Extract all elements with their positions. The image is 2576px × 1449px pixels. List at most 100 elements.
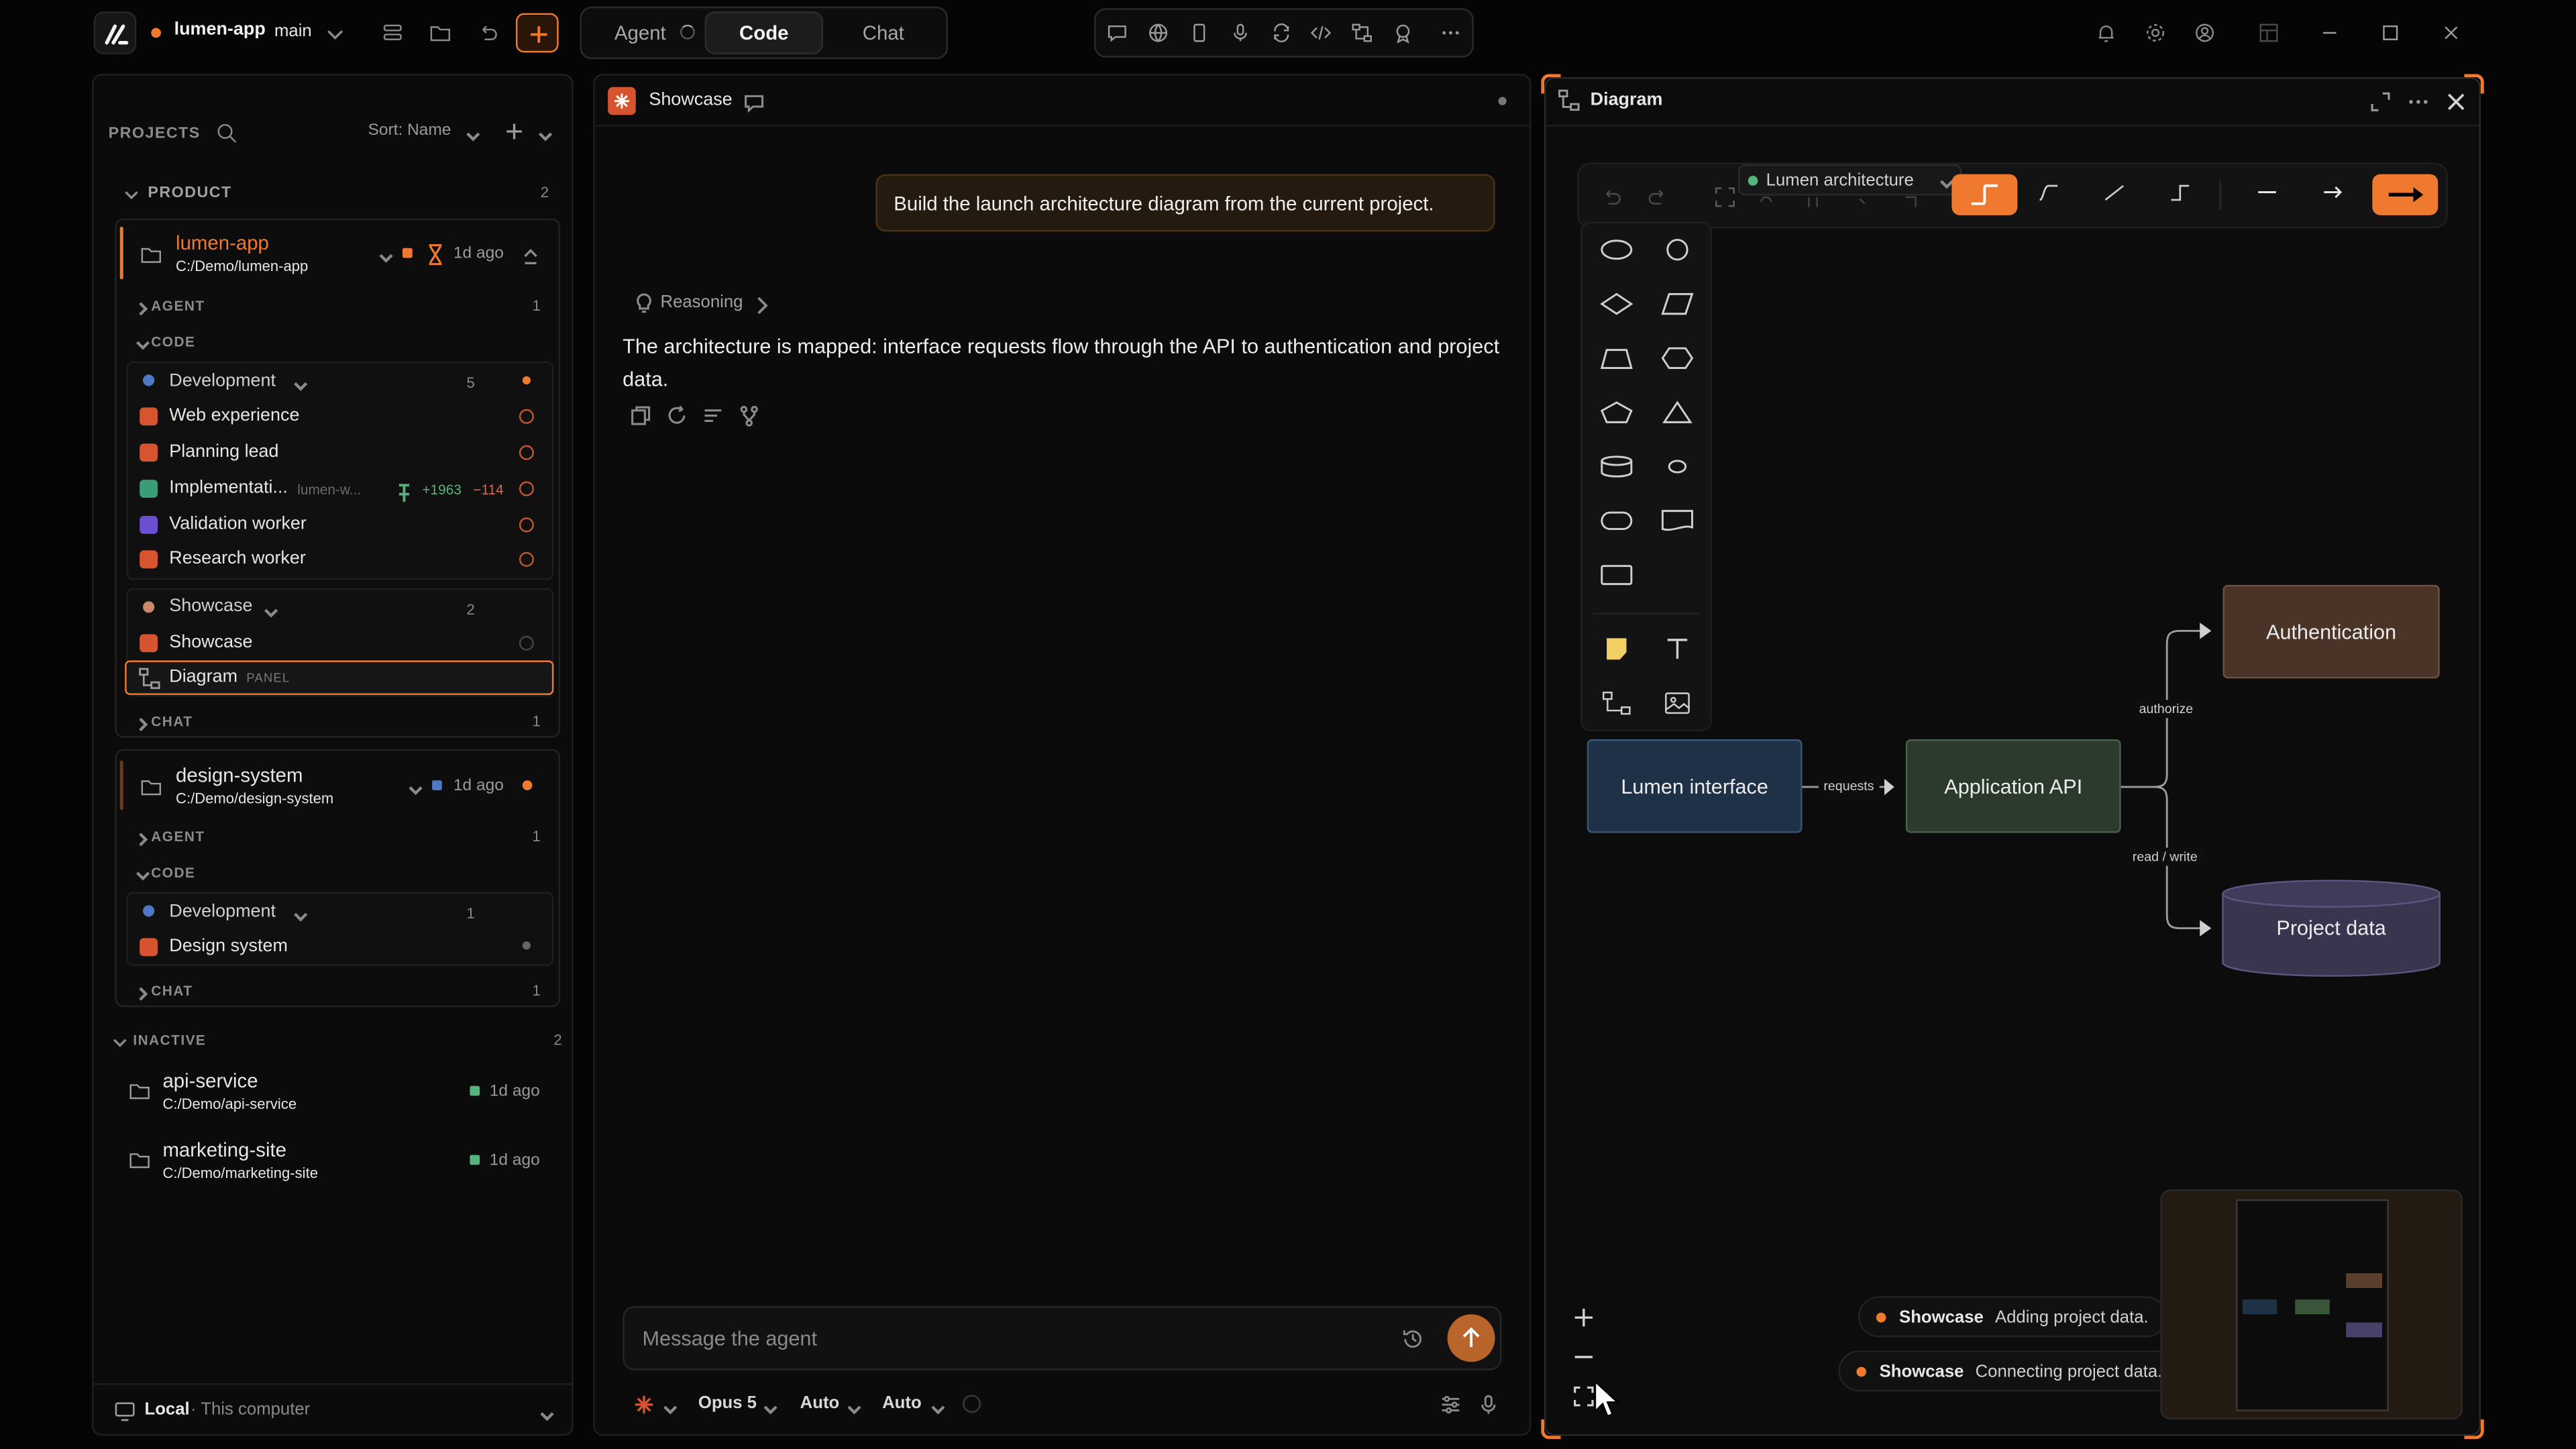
inactive-label[interactable]: INACTIVE bbox=[133, 1032, 206, 1048]
dev-label[interactable]: Development bbox=[169, 902, 276, 922]
effort-select[interactable]: Auto bbox=[800, 1393, 840, 1413]
connector-curve-icon[interactable] bbox=[2037, 180, 2067, 210]
add-project-icon[interactable] bbox=[502, 120, 522, 140]
trapezoid-shape-icon[interactable] bbox=[1599, 345, 1635, 371]
connector-straight-icon[interactable] bbox=[2103, 180, 2133, 210]
sync-icon[interactable] bbox=[1270, 21, 1293, 44]
minimap[interactable] bbox=[2160, 1189, 2463, 1419]
dev-label[interactable]: Development bbox=[169, 371, 276, 390]
item-design-system[interactable]: Design system bbox=[169, 936, 288, 956]
flow-icon[interactable] bbox=[1350, 21, 1373, 44]
expand-icon[interactable] bbox=[2369, 91, 2390, 111]
settings-gear-icon[interactable] bbox=[2144, 21, 2167, 44]
node-lumen-interface[interactable]: Lumen interface bbox=[1587, 739, 1803, 833]
zoom-out-icon[interactable] bbox=[1572, 1346, 1594, 1367]
chat-chevron-icon[interactable] bbox=[131, 983, 148, 1001]
ellipse-shape-icon[interactable] bbox=[1599, 237, 1635, 263]
chevron-down-icon[interactable] bbox=[926, 1398, 945, 1415]
environment-chevron-icon[interactable] bbox=[535, 1405, 554, 1421]
phone-icon[interactable] bbox=[1188, 21, 1211, 44]
section-chat[interactable]: CHAT bbox=[151, 713, 193, 729]
edge-label-authorize[interactable]: authorize bbox=[2134, 700, 2198, 718]
tab-agent[interactable]: Agent bbox=[614, 21, 666, 44]
fit-icon[interactable] bbox=[1713, 186, 1735, 207]
parallelogram-shape-icon[interactable] bbox=[1659, 290, 1695, 317]
agent-chevron-icon[interactable] bbox=[131, 297, 148, 316]
section-chat[interactable]: CHAT bbox=[151, 983, 193, 999]
node-project-data[interactable]: Project data bbox=[2222, 896, 2439, 961]
project-design-system-name[interactable]: design-system bbox=[176, 764, 303, 787]
node-application-api[interactable]: Application API bbox=[1905, 739, 2121, 833]
new-button[interactable] bbox=[515, 13, 559, 53]
code-chevron-icon[interactable] bbox=[131, 333, 150, 350]
project-name[interactable]: lumen-app bbox=[174, 19, 266, 39]
copy-icon[interactable] bbox=[629, 404, 651, 425]
sort-dropdown[interactable]: Sort: Name bbox=[368, 121, 451, 140]
connector-step-icon[interactable] bbox=[2169, 180, 2198, 210]
layers-icon[interactable] bbox=[381, 21, 404, 44]
comment-icon[interactable] bbox=[1106, 21, 1128, 44]
minimize-icon[interactable] bbox=[2318, 21, 2341, 44]
item-implementation[interactable]: Implementati... bbox=[169, 478, 288, 498]
undo-icon[interactable] bbox=[1600, 186, 1621, 207]
showcase-chevron-icon[interactable] bbox=[260, 601, 278, 618]
stadium-shape-icon[interactable] bbox=[1599, 508, 1635, 534]
agent-spark-icon[interactable] bbox=[633, 1393, 654, 1415]
chat-chevron-icon[interactable] bbox=[131, 713, 148, 732]
maximize-icon[interactable] bbox=[2379, 21, 2402, 44]
reasoning-toggle[interactable]: Reasoning bbox=[660, 292, 743, 312]
edge-label-requests[interactable]: requests bbox=[1819, 777, 1879, 796]
group-product-label[interactable]: PRODUCT bbox=[148, 184, 231, 202]
more-icon[interactable] bbox=[2407, 91, 2428, 109]
cylinder-shape-icon[interactable] bbox=[1599, 453, 1635, 480]
pentagon-shape-icon[interactable] bbox=[1599, 399, 1635, 425]
close-panel-icon[interactable] bbox=[2445, 91, 2465, 111]
environment-label[interactable]: Local bbox=[145, 1400, 190, 1419]
chevron-down-icon[interactable] bbox=[323, 23, 343, 40]
sliders-icon[interactable] bbox=[1439, 1393, 1460, 1414]
tab-chat[interactable]: Chat bbox=[863, 21, 904, 44]
inactive-chevron-icon[interactable] bbox=[109, 1032, 127, 1048]
inactive-project-name[interactable]: api-service bbox=[162, 1069, 258, 1092]
item-web-experience[interactable]: Web experience bbox=[169, 406, 299, 425]
item-showcase[interactable]: Showcase bbox=[169, 633, 252, 652]
circle-shape-icon[interactable] bbox=[1659, 237, 1695, 263]
showcase-group-label[interactable]: Showcase bbox=[169, 596, 252, 616]
hexagon-shape-icon[interactable] bbox=[1659, 345, 1695, 371]
history-icon[interactable] bbox=[1401, 1328, 1421, 1348]
account-icon[interactable] bbox=[2193, 21, 2216, 44]
redo-icon[interactable] bbox=[1646, 186, 1668, 207]
edge-label-read-write[interactable]: read / write bbox=[2127, 847, 2203, 866]
voice-mic-icon[interactable] bbox=[1477, 1393, 1497, 1414]
chevron-down-icon[interactable] bbox=[759, 1398, 777, 1415]
permission-select[interactable]: Auto bbox=[882, 1393, 922, 1413]
doc-name[interactable]: Lumen architecture bbox=[1766, 171, 1914, 191]
card-chevron-icon[interactable] bbox=[374, 246, 393, 263]
section-agent[interactable]: AGENT bbox=[151, 828, 205, 844]
add-chevron-icon[interactable] bbox=[534, 125, 553, 142]
document-shape-icon[interactable] bbox=[1659, 508, 1695, 534]
undo-icon[interactable] bbox=[476, 21, 499, 44]
more-icon[interactable] bbox=[1439, 21, 1462, 44]
inactive-project-name[interactable]: marketing-site bbox=[162, 1138, 286, 1161]
line-none-icon[interactable] bbox=[2255, 180, 2285, 210]
globe-icon[interactable] bbox=[1146, 21, 1169, 44]
fit-view-icon[interactable] bbox=[1572, 1385, 1594, 1407]
line-arrow-bold-button[interactable] bbox=[2372, 174, 2438, 215]
group-chevron-icon[interactable] bbox=[120, 184, 138, 200]
bell-icon[interactable] bbox=[2094, 21, 2117, 44]
list-icon[interactable] bbox=[702, 404, 722, 422]
line-arrow-icon[interactable] bbox=[2321, 180, 2351, 210]
dev-chevron-icon[interactable] bbox=[289, 905, 308, 922]
folder-icon[interactable] bbox=[429, 21, 451, 44]
tab-code[interactable]: Code bbox=[739, 21, 788, 44]
connector-elbow-button[interactable] bbox=[1951, 174, 2018, 215]
retry-icon[interactable] bbox=[665, 404, 686, 424]
chevron-down-icon[interactable] bbox=[843, 1398, 861, 1415]
layout-icon[interactable] bbox=[2257, 21, 2280, 44]
chevron-down-icon[interactable] bbox=[659, 1398, 678, 1415]
item-research-worker[interactable]: Research worker bbox=[169, 549, 306, 568]
zoom-in-icon[interactable] bbox=[1572, 1306, 1594, 1328]
section-code[interactable]: CODE bbox=[151, 333, 195, 350]
item-diagram[interactable]: Diagram bbox=[169, 667, 237, 686]
